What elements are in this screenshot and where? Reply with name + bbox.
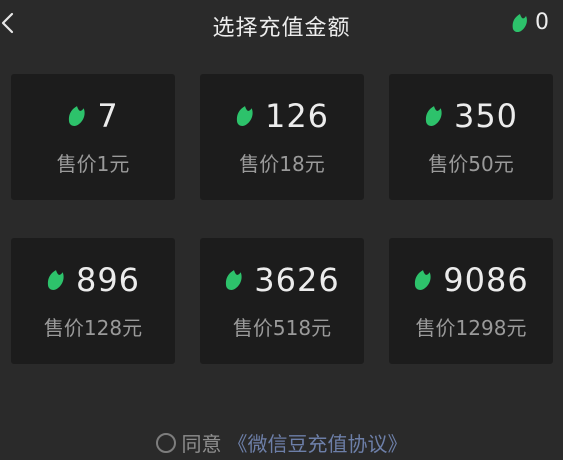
bean-amount: 7 [97,96,119,135]
price-label: 售价1298元 [415,315,527,340]
agree-label: 同意 [181,432,222,456]
recharge-option[interactable]: 3626 售价518元 [200,238,364,364]
recharge-screen: 选择充值金额 0 7 售价1元 126 售价18元 350 售价50元 896 … [0,0,563,460]
price-label: 售价50元 [428,151,514,176]
amount-grid: 7 售价1元 126 售价18元 350 售价50元 896 售价128元 36… [11,74,553,364]
agreement-link[interactable]: 《微信豆充值协议》 [228,428,408,457]
recharge-option[interactable]: 7 售价1元 [11,74,175,200]
header: 选择充值金额 0 [0,0,563,50]
page-title: 选择充值金额 [212,16,351,41]
bean-icon [511,13,529,33]
recharge-option[interactable]: 896 售价128元 [11,238,175,364]
agree-radio[interactable] [155,432,176,453]
amount-row: 7 [67,94,118,138]
amount-row: 126 [235,94,329,138]
recharge-option[interactable]: 350 售价50元 [389,74,553,200]
bean-icon [46,269,66,291]
price-label: 售价518元 [232,315,332,340]
amount-row: 350 [424,94,518,138]
bean-icon [67,105,87,127]
balance-value: 0 [535,10,549,35]
bean-icon [413,269,433,291]
bean-amount: 126 [264,96,330,135]
amount-row: 9086 [413,258,528,302]
bean-amount: 896 [75,260,141,299]
amount-row: 896 [46,258,140,302]
price-label: 售价1元 [56,151,130,176]
bean-amount: 350 [453,96,519,135]
bean-icon [424,105,444,127]
price-label: 售价128元 [43,315,143,340]
amount-row: 3626 [224,258,339,302]
bean-amount: 3626 [254,260,340,299]
bean-icon [224,269,244,291]
agreement-row: 同意 《微信豆充值协议》 [0,428,563,457]
bean-amount: 9086 [443,260,529,299]
recharge-option[interactable]: 9086 售价1298元 [389,238,553,364]
bean-balance: 0 [511,10,549,35]
recharge-option[interactable]: 126 售价18元 [200,74,364,200]
bean-icon [235,105,255,127]
price-label: 售价18元 [239,151,325,176]
